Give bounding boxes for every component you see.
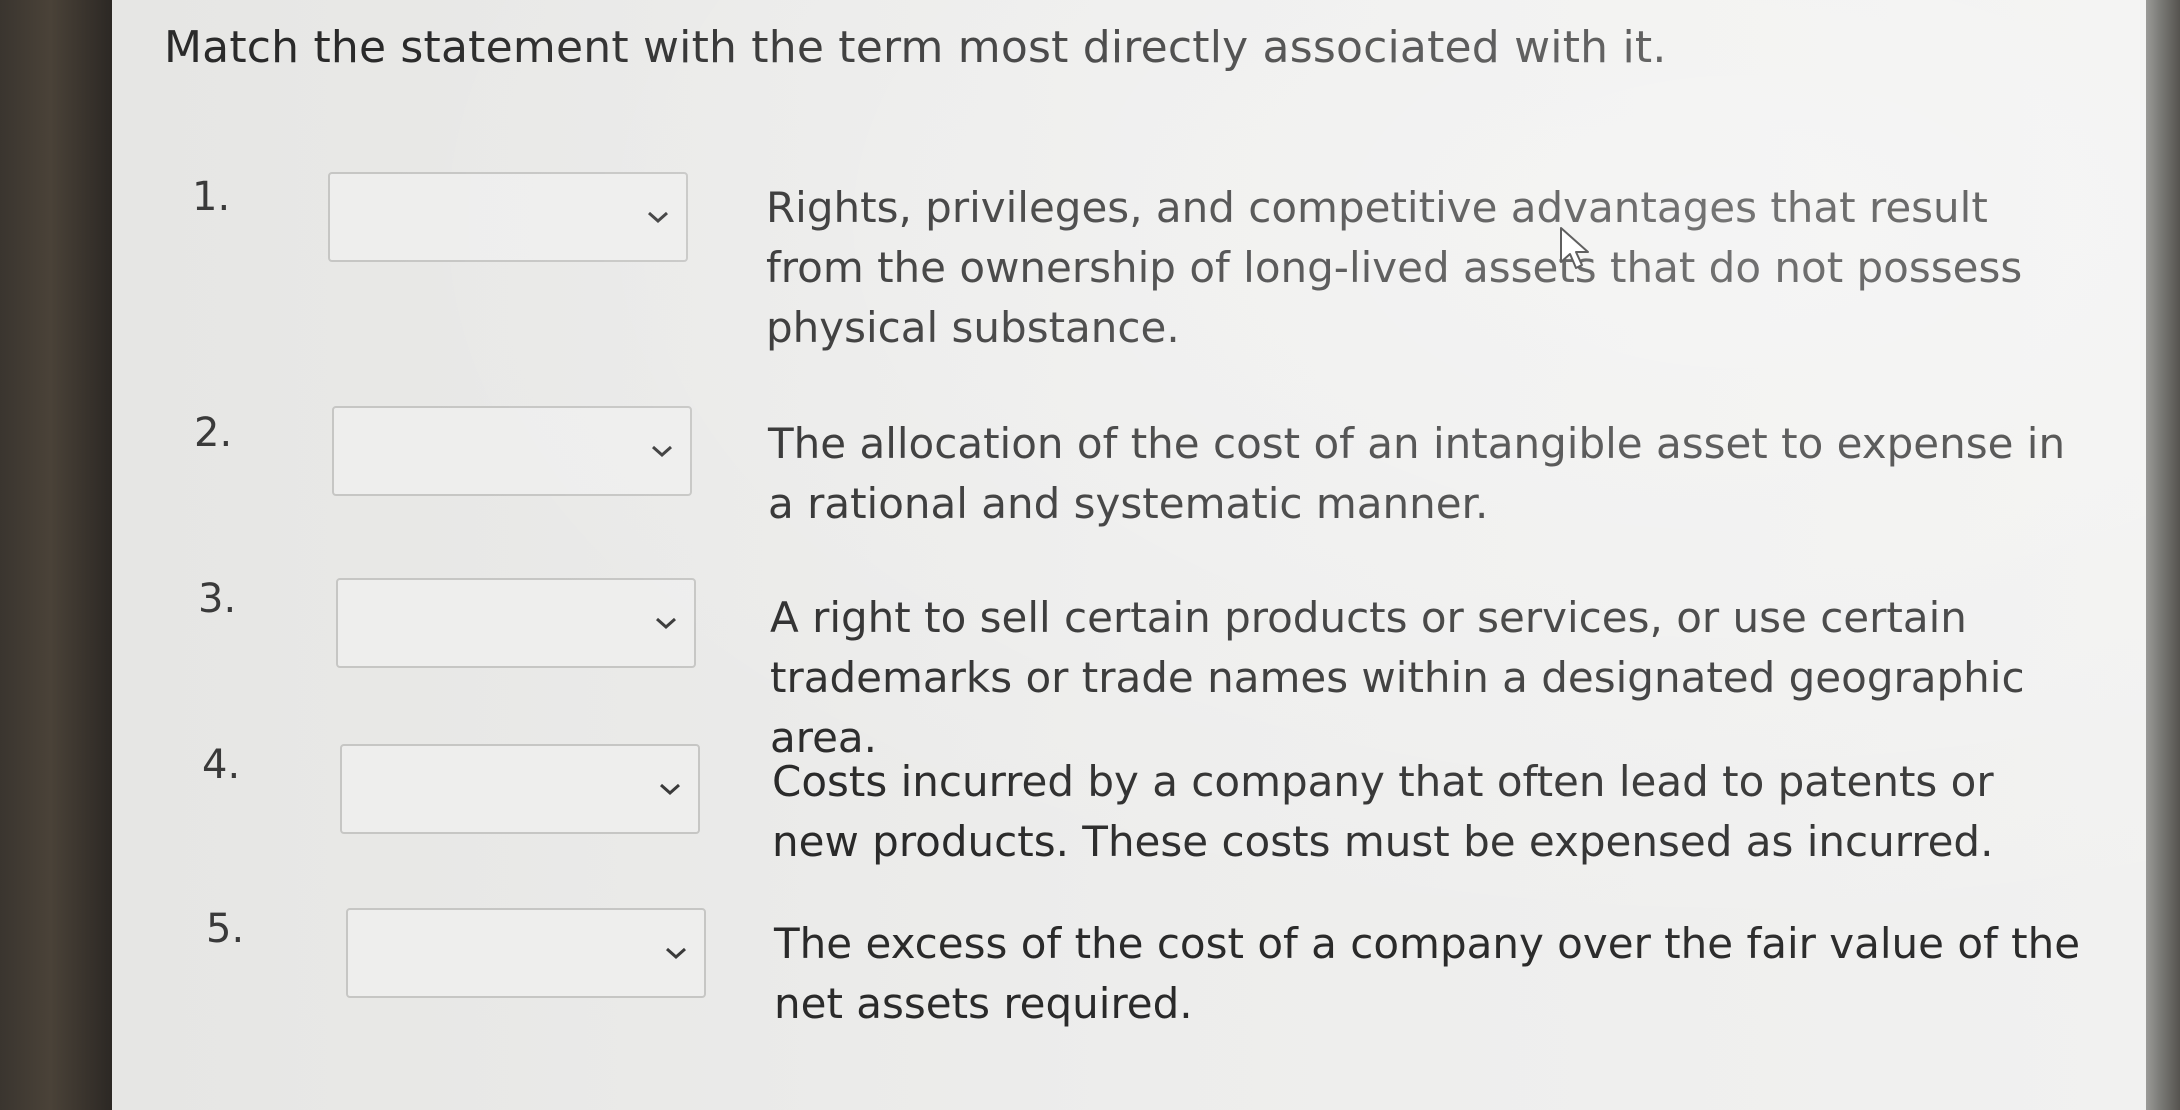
statement-text: Costs incurred by a company that often l… bbox=[772, 757, 1994, 866]
term-dropdown-3[interactable] bbox=[336, 578, 696, 668]
statement-text: Rights, privileges, and competitive adva… bbox=[766, 183, 2023, 352]
question-number: 1. bbox=[192, 174, 231, 220]
term-dropdown-5[interactable] bbox=[346, 908, 706, 998]
chevron-down-icon bbox=[648, 211, 668, 224]
chevron-down-icon bbox=[660, 783, 680, 796]
question-number: 2. bbox=[194, 410, 233, 456]
statement-text: The excess of the cost of a company over… bbox=[774, 919, 2081, 1028]
term-dropdown-4[interactable] bbox=[340, 744, 700, 834]
statement-text: A right to sell certain products or serv… bbox=[770, 593, 2025, 762]
chevron-down-icon bbox=[666, 947, 686, 960]
monitor-bezel-right bbox=[2146, 0, 2180, 1110]
monitor-bezel-left bbox=[0, 0, 112, 1110]
term-dropdown-2[interactable] bbox=[332, 406, 692, 496]
mouse-pointer-icon bbox=[1560, 227, 1589, 269]
chevron-down-icon bbox=[652, 445, 672, 458]
statement-text: The allocation of the cost of an intangi… bbox=[768, 419, 2066, 528]
quiz-panel: Match the statement with the term most d… bbox=[112, 0, 2146, 1110]
instruction-text: Match the statement with the term most d… bbox=[164, 22, 1667, 73]
question-number: 5. bbox=[206, 906, 245, 952]
term-dropdown-1[interactable] bbox=[328, 172, 688, 262]
question-number: 3. bbox=[198, 576, 237, 622]
question-number: 4. bbox=[202, 742, 241, 788]
chevron-down-icon bbox=[656, 617, 676, 630]
